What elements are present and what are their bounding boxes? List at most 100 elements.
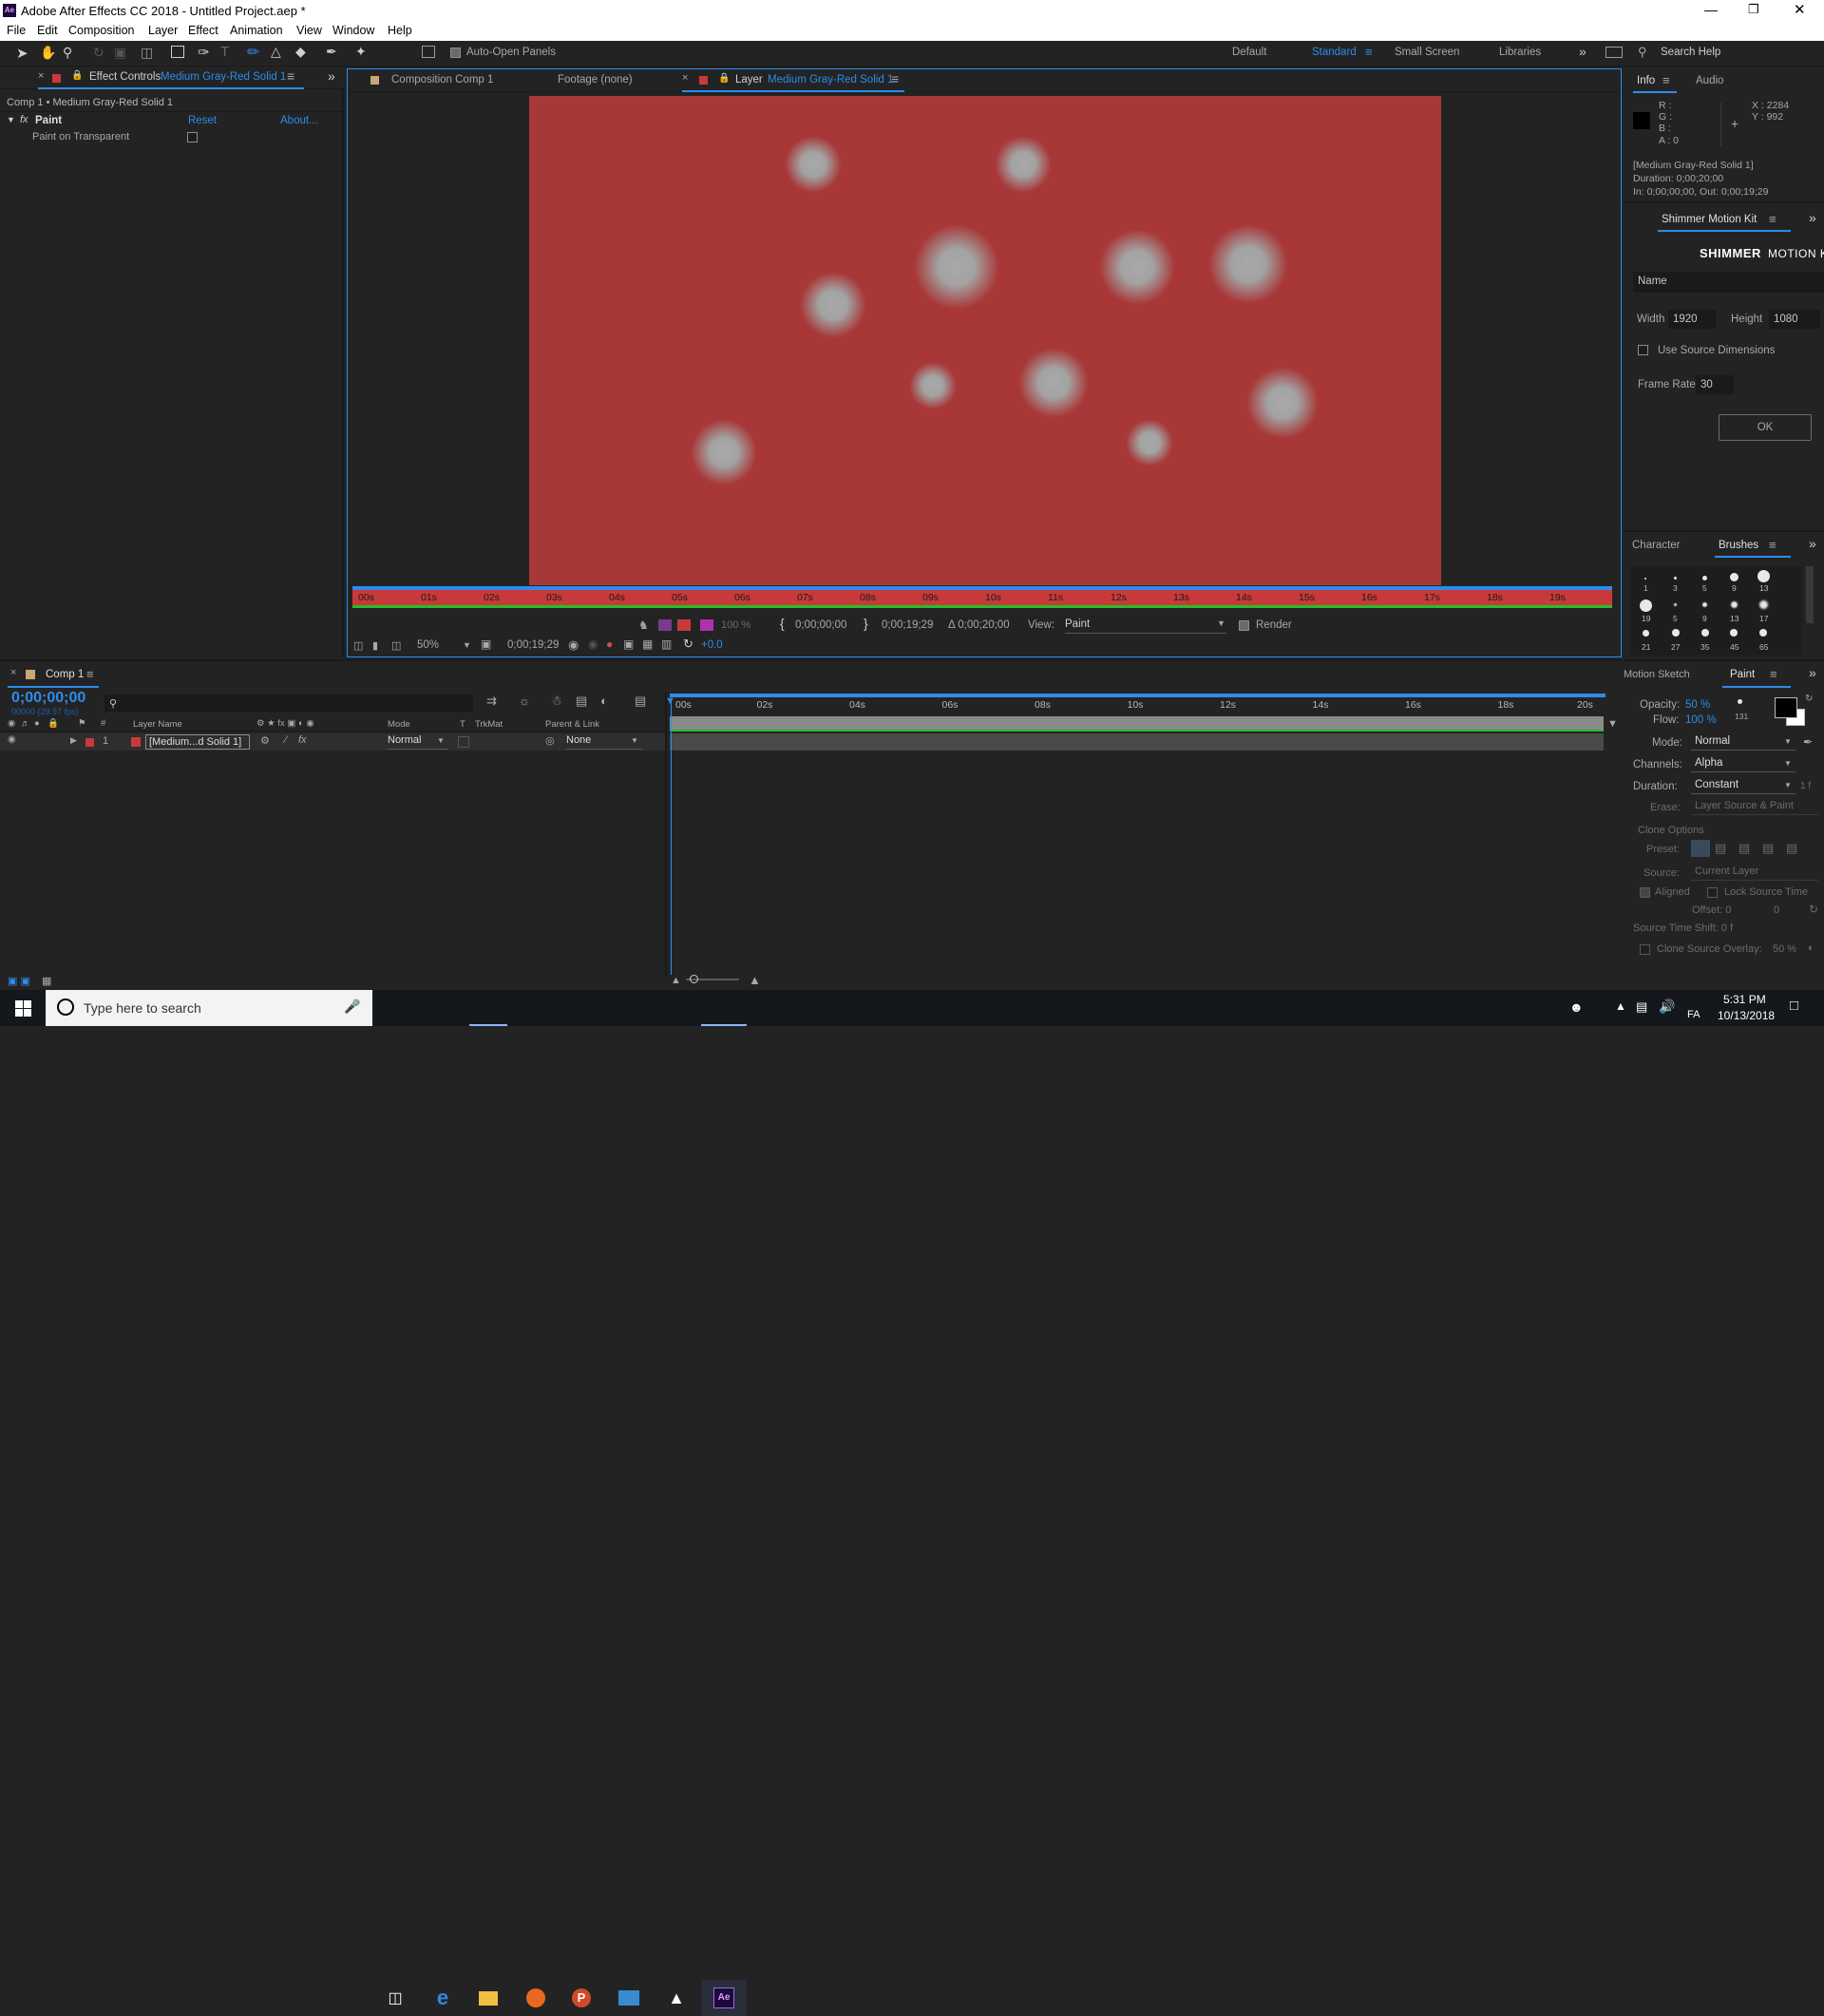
more-workspaces-icon[interactable]: » [1579,44,1586,59]
clone-preset-icon[interactable]: ▤ [1762,841,1774,856]
shimmer-menu-icon[interactable]: ≡ [1769,212,1776,226]
firefox-icon[interactable] [513,1980,559,2016]
viewer-menu-icon[interactable]: ≡ [891,71,899,86]
color-swatch-icon[interactable] [677,619,691,631]
lock-icon[interactable]: 🔒 [718,73,730,84]
layer-tab-name[interactable]: Medium Gray-Red Solid 1 [768,74,893,86]
workspace-menu-icon[interactable]: ≡ [1365,45,1373,59]
powerpoint-icon[interactable]: P [559,1980,604,2016]
foreground-color-swatch[interactable] [1775,697,1797,718]
work-area-bar[interactable] [670,694,1606,697]
playhead-icon[interactable]: ▼ [665,695,675,707]
reset-offset-icon[interactable]: ↻ [1809,903,1818,916]
lock-icon[interactable]: 🔒 [71,70,83,81]
current-time[interactable]: 0;00;19;29 [507,639,559,651]
brush-tip[interactable] [1731,601,1738,608]
tab-layer[interactable]: Layer [735,74,763,86]
panel-menu-icon[interactable]: ≡ [287,68,294,84]
layer-name[interactable]: [Medium...d Solid 1] [145,734,250,750]
paint-menu-icon[interactable]: ≡ [1770,667,1777,681]
brush-tip[interactable] [1702,602,1707,607]
brushes-menu-icon[interactable]: ≡ [1769,538,1776,552]
layer-search-input[interactable]: ⚲ [104,694,473,712]
minimize-icon[interactable]: — [1704,2,1718,17]
timeline-footer-icon[interactable]: ▣ ▣ [8,975,30,987]
name-input[interactable]: Name [1633,272,1824,293]
brush-tip[interactable] [1702,576,1707,580]
menu-file[interactable]: File [7,24,26,37]
layer-label-swatch[interactable] [86,738,94,747]
brush-preview-icon[interactable] [1738,699,1742,704]
type-tool-icon[interactable]: T [220,44,229,60]
pan-behind-tool-icon[interactable]: ◫ [141,45,153,61]
audio-switch-icon[interactable]: ♬ [21,718,30,729]
roto-brush-tool-icon[interactable]: ✒ [326,44,337,60]
auto-open-panels-checkbox[interactable] [450,48,461,58]
menu-view[interactable]: View [296,24,322,37]
action-center-icon[interactable]: □ [1790,998,1798,1014]
region-of-interest-icon[interactable]: ▣ [623,637,634,651]
search-icon[interactable]: ⚲ [1638,45,1647,60]
clone-source-select[interactable]: Current Layer [1691,865,1818,881]
expand-triangle-icon[interactable]: ▶ [70,735,77,746]
brush-tip[interactable] [1701,629,1709,637]
app-icon[interactable] [606,1980,652,2016]
tab-shimmer[interactable]: Shimmer Motion Kit [1662,214,1757,225]
timeline-menu-icon[interactable]: ≡ [86,667,94,681]
mode-select[interactable]: Normal ▼ [388,734,448,750]
in-point[interactable]: 0;00;00;00 [795,619,846,631]
expand-triangle-icon[interactable]: ▼ [7,115,15,124]
workspace-small-screen[interactable]: Small Screen [1395,47,1459,58]
exposure-value[interactable]: +0.0 [701,639,723,651]
menu-effect[interactable]: Effect [188,24,218,37]
expand-panels-icon[interactable]: » [1809,665,1816,680]
brush-tip[interactable] [1644,578,1646,580]
selection-tool-icon[interactable]: ➤ [16,45,28,62]
swap-colors-icon[interactable]: ↻ [1805,694,1813,704]
menu-help[interactable]: Help [388,24,412,37]
brush-tip[interactable] [1674,577,1677,580]
panel-toggle-icon[interactable] [422,46,435,58]
sync-settings-icon[interactable] [1606,47,1623,58]
tab-character[interactable]: Character [1632,540,1681,551]
clone-overlay-value[interactable]: 50 % [1773,943,1796,955]
onion-skin-icon[interactable]: ♞ [638,618,649,632]
render-checkbox[interactable] [1239,620,1249,631]
flow-value[interactable]: 100 % [1685,714,1717,726]
brush-tip[interactable] [1640,599,1652,612]
show-hidden-icons[interactable]: ▲ [1615,999,1626,1013]
frame-rate-input[interactable]: 30 [1696,375,1734,394]
chevron-down-icon[interactable]: ▼ [463,640,471,650]
start-button[interactable] [0,990,46,1026]
timeline-footer-icon[interactable]: ▦ [42,975,51,987]
tab-motion-sketch[interactable]: Motion Sketch [1624,669,1690,680]
reset-exposure-icon[interactable]: ↻ [683,637,694,652]
clone-preset-icon[interactable] [1691,840,1710,857]
expand-panels-icon[interactable]: » [1809,210,1816,225]
close-icon[interactable]: ✕ [1794,1,1806,18]
brush-tip[interactable] [1674,603,1677,606]
frame-blending-icon[interactable]: ▤ [576,694,587,709]
edge-browser-icon[interactable]: e [420,1980,466,2016]
info-menu-icon[interactable]: ≡ [1662,73,1670,87]
zoom-in-icon[interactable]: ▲ [749,973,761,987]
people-icon[interactable]: ☻ [1569,999,1584,1015]
channels-select[interactable]: Alpha ▼ [1691,757,1796,772]
clone-overlay-checkbox[interactable] [1640,944,1650,955]
draft-3d-icon[interactable]: ☼ [519,694,530,708]
channel-icon[interactable]: ● [606,637,613,651]
effect-switch-icon[interactable]: fx [298,734,307,746]
primary-viewer-icon[interactable]: ▮ [372,639,378,652]
menu-animation[interactable]: Animation [230,24,283,37]
brush-tip[interactable] [1643,630,1649,637]
paint-on-transparent-checkbox[interactable] [187,132,198,143]
tab-brushes[interactable]: Brushes [1719,540,1758,551]
tab-comp1[interactable]: Comp 1 [46,669,84,680]
solo-switch-icon[interactable]: ● [34,718,40,729]
out-point[interactable]: 0;00;19;29 [882,619,933,631]
set-out-icon[interactable]: } [864,616,868,631]
close-layer-tab-icon[interactable]: × [682,72,688,84]
menu-composition[interactable]: Composition [68,24,134,37]
clone-preset-icon[interactable]: ▤ [1738,841,1750,856]
quality-switch-icon[interactable]: ∕ [285,734,287,746]
